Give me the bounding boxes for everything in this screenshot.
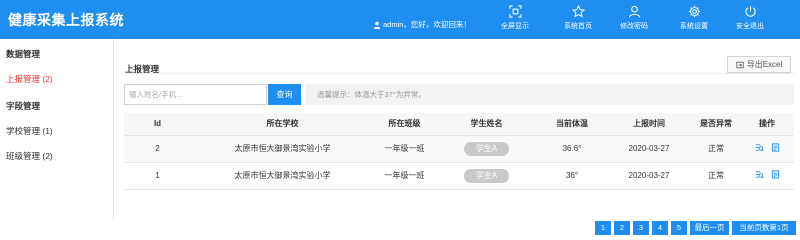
nav-logout-button[interactable]: 安全退出	[727, 5, 773, 35]
star-icon	[571, 5, 585, 18]
cell-school: 太原市恒大御景湾实验小学	[191, 135, 374, 163]
cell-actions	[740, 135, 794, 163]
cell-actions	[740, 162, 794, 190]
tip-banner: 温馨提示：体温大于37°为异常。	[306, 84, 794, 105]
cell-id: 1	[124, 162, 191, 190]
sidebar-group-fields[interactable]: 字段管理	[6, 100, 40, 112]
view-icon[interactable]	[755, 170, 764, 179]
export-icon	[736, 61, 744, 68]
cell-class: 一年级一班	[374, 135, 435, 163]
sidebar-item-report[interactable]: 上报管理 (2)	[6, 73, 53, 85]
nav-home-label: 系统首页	[564, 23, 592, 30]
table-row: 1 太原市恒大御景湾实验小学 一年级一班 学生A 36° 2020-03-27 …	[124, 162, 794, 190]
cell-class: 一年级一班	[374, 162, 435, 190]
table-header-row: Id 所在学校 所在班级 学生姓名 当前体温 上报时间 是否异常 操作	[124, 113, 794, 136]
cell-temp: 36°	[538, 162, 606, 190]
user-small-icon	[373, 21, 381, 29]
export-excel-button[interactable]: 导出Excel	[727, 56, 791, 73]
page-button-2[interactable]: 2	[614, 221, 630, 235]
page-button-4[interactable]: 4	[652, 221, 668, 235]
edit-icon[interactable]	[771, 170, 780, 179]
column-header-temp: 当前体温	[538, 113, 606, 136]
nav-settings-label: 系统设置	[680, 23, 708, 30]
edit-icon[interactable]	[771, 143, 780, 152]
nav-password-label: 修改密码	[620, 23, 648, 30]
nav-fullscreen-button[interactable]: 全屏显示	[492, 5, 538, 35]
main-content: 上报管理 导出Excel 查询 温馨提示：体温大于37°为异常。 Id 所在学校…	[114, 39, 800, 235]
report-table: Id 所在学校 所在班级 学生姓名 当前体温 上报时间 是否异常 操作 2 太原…	[124, 113, 794, 190]
nav-password-button[interactable]: 修改密码	[611, 5, 657, 35]
cell-school: 太原市恒大御景湾实验小学	[191, 162, 374, 190]
user-icon	[628, 5, 640, 18]
column-header-school: 所在学校	[191, 113, 374, 136]
app-title: 健康采集上报系统	[8, 12, 124, 28]
top-bar: 健康采集上报系统 admin，您好，欢迎回来！ 全屏显示 系统首页 修改密码 系…	[0, 0, 800, 39]
export-label: 导出Excel	[746, 60, 783, 69]
nav-settings-button[interactable]: 系统设置	[671, 5, 717, 35]
search-button[interactable]: 查询	[268, 84, 301, 105]
fullscreen-icon	[508, 5, 522, 18]
page-button-3[interactable]: 3	[633, 221, 649, 235]
cell-student: 学生A	[435, 162, 538, 190]
last-page-button[interactable]: 最后一页	[690, 221, 729, 235]
cell-temp: 36.6°	[538, 135, 606, 163]
cell-id: 2	[124, 135, 191, 163]
user-greeting: admin，您好，欢迎回来！	[373, 19, 471, 30]
page-button-1[interactable]: 1	[595, 221, 611, 235]
sidebar-group-data[interactable]: 数据管理	[6, 48, 40, 60]
column-header-actions: 操作	[740, 113, 794, 136]
student-tag: 学生A	[464, 141, 509, 156]
column-header-abnormal: 是否异常	[692, 113, 740, 136]
section-divider	[125, 73, 795, 74]
nav-logout-label: 安全退出	[736, 23, 764, 30]
view-icon[interactable]	[755, 143, 764, 152]
greeting-text: admin，您好，欢迎回来！	[383, 20, 471, 29]
column-header-class: 所在班级	[374, 113, 435, 136]
power-icon	[744, 5, 756, 17]
student-tag: 学生A	[464, 168, 509, 183]
cell-abnormal: 正常	[692, 135, 740, 163]
column-header-time: 上报时间	[606, 113, 692, 136]
cell-student: 学生A	[435, 135, 538, 163]
cell-time: 2020-03-27	[606, 162, 692, 190]
current-page-indicator: 当前页数第1页	[732, 221, 796, 235]
column-header-student: 学生姓名	[435, 113, 538, 136]
cell-abnormal: 正常	[692, 162, 740, 190]
sidebar: 数据管理 上报管理 (2) 字段管理 学校管理 (1) 班级管理 (2)	[0, 39, 114, 220]
column-header-id: Id	[124, 113, 191, 136]
sidebar-item-school[interactable]: 学校管理 (1)	[6, 125, 53, 137]
nav-home-button[interactable]: 系统首页	[555, 5, 601, 35]
sidebar-item-class[interactable]: 班级管理 (2)	[6, 150, 53, 162]
search-input[interactable]	[124, 84, 267, 105]
cell-time: 2020-03-27	[606, 135, 692, 163]
gear-icon	[688, 5, 700, 18]
table-row: 2 太原市恒大御景湾实验小学 一年级一班 学生A 36.6° 2020-03-2…	[124, 135, 794, 163]
page-button-5[interactable]: 5	[671, 221, 687, 235]
nav-fullscreen-label: 全屏显示	[501, 23, 529, 30]
